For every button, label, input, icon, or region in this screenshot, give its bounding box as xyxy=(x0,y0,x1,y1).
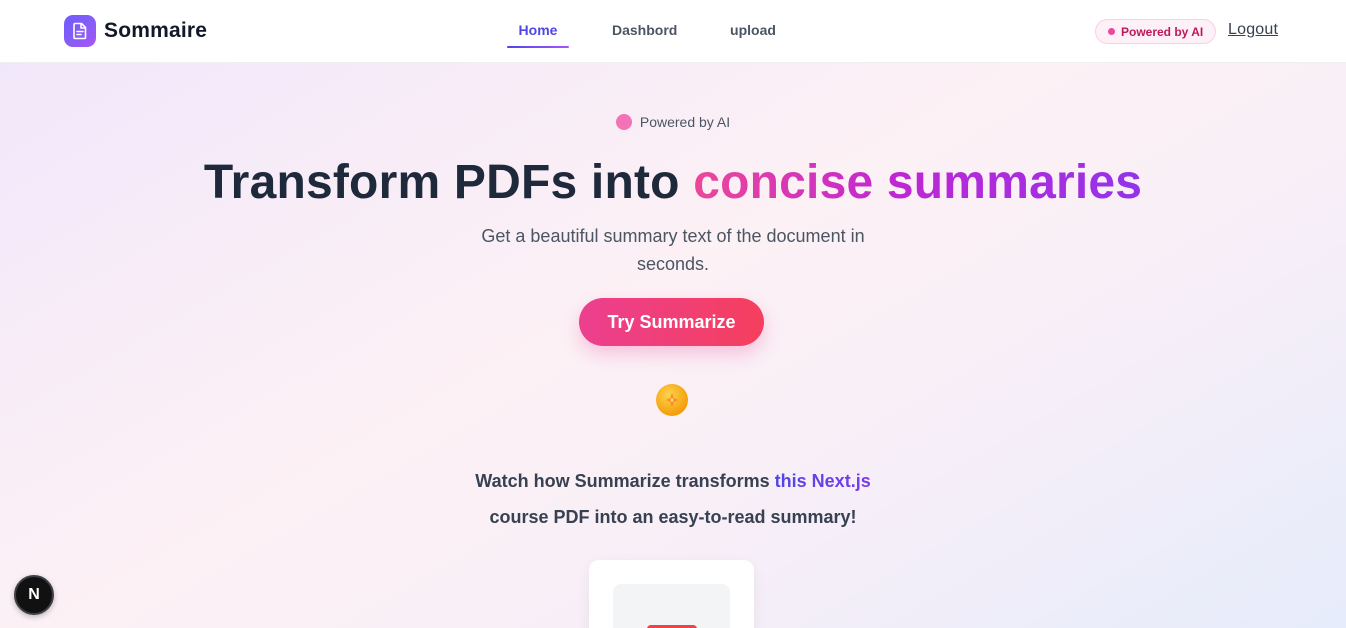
document-icon xyxy=(64,15,96,47)
headline-accent: concise summaries xyxy=(693,156,1143,209)
hero-section: Powered by AI Transform PDFs into concis… xyxy=(0,63,1346,628)
demo-line1-plain: Watch how Summarize transforms xyxy=(475,471,775,491)
pink-dot-icon xyxy=(615,114,632,130)
sparkle-icon xyxy=(656,384,688,416)
demo-preview-card xyxy=(589,560,754,628)
hero-badge-label: Powered by AI xyxy=(639,114,731,130)
nav-link-upload[interactable]: upload xyxy=(729,22,777,38)
nav-link-dashboard[interactable]: Dashbord xyxy=(612,22,677,38)
demo-description: Watch how Summarize transforms this Next… xyxy=(0,463,1346,535)
top-navigation-bar: Sommaire Home Dashbord upload Powered by… xyxy=(0,0,1346,63)
demo-description-line-2: course PDF into an easy-to-read summary! xyxy=(489,507,857,527)
nextjs-dev-indicator[interactable]: N xyxy=(14,575,54,615)
demo-line1-accent: this Next.js xyxy=(774,471,871,491)
active-nav-underline xyxy=(507,46,569,48)
try-summarize-button[interactable]: Try Summarize xyxy=(579,298,764,346)
nav-link-home[interactable]: Home xyxy=(507,22,569,38)
brand[interactable]: Sommaire xyxy=(64,15,207,47)
demo-description-line-1: Watch how Summarize transforms this Next… xyxy=(0,463,1346,499)
demo-preview-placeholder xyxy=(613,584,730,628)
powered-by-ai-badge: Powered by AI xyxy=(1095,19,1217,44)
hero-badge: Powered by AI xyxy=(0,114,1346,130)
hero-subtitle: Get a beautiful summary text of the docu… xyxy=(481,226,865,274)
hero-headline: Transform PDFs into concise summaries xyxy=(0,155,1346,210)
logout-button[interactable]: Logout xyxy=(1228,21,1278,39)
brand-name: Sommaire xyxy=(104,19,208,42)
powered-by-ai-label: Powered by AI xyxy=(1121,24,1204,39)
headline-plain: Transform PDFs into xyxy=(203,156,694,209)
status-dot xyxy=(1108,28,1115,35)
